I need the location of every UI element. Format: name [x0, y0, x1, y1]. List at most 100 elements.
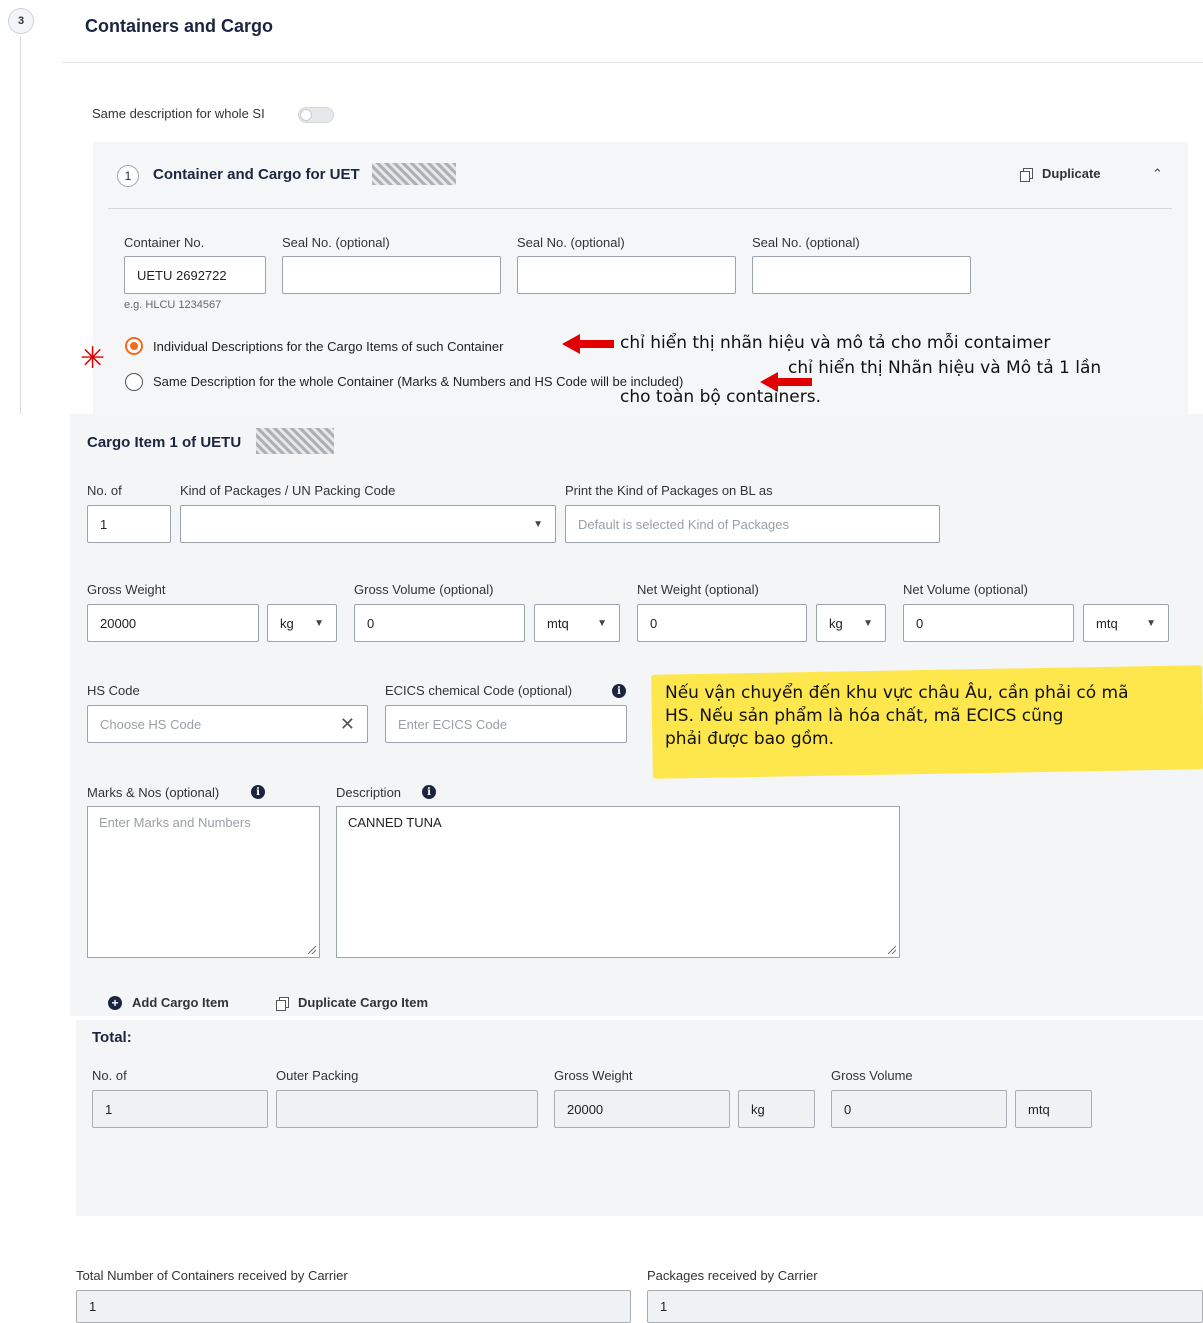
net-volume-unit-select[interactable]: mtq ▼	[1083, 604, 1169, 642]
seal-no-1-input[interactable]	[282, 256, 501, 294]
copy-icon	[1020, 167, 1033, 182]
total-gross-volume-label: Gross Volume	[831, 1068, 913, 1083]
individual-descriptions-radio[interactable]	[125, 337, 143, 355]
add-cargo-item-button[interactable]: + Add Cargo Item	[108, 995, 229, 1010]
red-arrow-icon	[562, 334, 614, 354]
redacted-container-number	[256, 428, 334, 454]
card-divider	[108, 208, 1172, 209]
net-weight-label: Net Weight (optional)	[637, 582, 759, 597]
ecics-code-input[interactable]: Enter ECICS Code	[385, 705, 627, 743]
same-description-whole-si-toggle[interactable]	[298, 107, 334, 123]
info-icon[interactable]: i	[612, 684, 626, 698]
net-volume-input[interactable]: 0	[903, 604, 1074, 642]
asterisk-annotation: ✳	[80, 341, 106, 376]
kind-of-packages-select[interactable]: ▼	[180, 505, 556, 543]
clear-icon[interactable]: ✕	[340, 714, 355, 735]
annotation-same-line2: cho toàn bộ containers.	[620, 387, 821, 407]
duplicate-container-button[interactable]: Duplicate	[1020, 166, 1101, 182]
annotation-same-line1: chỉ hiển thị Nhãn hiệu và Mô tả 1 lần	[788, 358, 1102, 378]
print-kind-label: Print the Kind of Packages on BL as	[565, 483, 773, 498]
gross-volume-input[interactable]: 0	[354, 604, 525, 642]
chevron-up-icon[interactable]: ⌃	[1152, 166, 1163, 182]
info-icon[interactable]: i	[251, 785, 265, 799]
header-divider	[62, 62, 1203, 63]
seal-no-2-label: Seal No. (optional)	[517, 235, 625, 250]
section-title: Containers and Cargo	[85, 16, 274, 36]
description-value: CANNED TUNA	[348, 815, 442, 830]
toggle-knob	[300, 109, 312, 121]
no-of-label: No. of	[87, 483, 122, 498]
gross-weight-input[interactable]: 20000	[87, 604, 259, 642]
dropdown-caret-icon: ▼	[314, 617, 324, 629]
seal-no-3-input[interactable]	[752, 256, 971, 294]
resize-handle-icon[interactable]	[888, 946, 896, 954]
gross-weight-unit-select[interactable]: kg ▼	[267, 604, 337, 642]
dropdown-caret-icon: ▼	[597, 617, 607, 629]
no-of-input[interactable]: 1	[87, 505, 171, 543]
same-description-container-radio[interactable]	[125, 373, 143, 391]
cargo-item-title: Cargo Item 1 of UETU	[87, 434, 242, 451]
individual-descriptions-label: Individual Descriptions for the Cargo It…	[153, 339, 504, 354]
highlight-note-text: Nếu vận chuyển đến khu vực châu Âu, cần …	[665, 683, 1129, 749]
dropdown-caret-icon: ▼	[1146, 617, 1156, 629]
seal-no-2-input[interactable]	[517, 256, 736, 294]
container-card-title: Container and Cargo for UET	[153, 166, 360, 183]
resize-handle-icon[interactable]	[308, 946, 316, 954]
container-no-hint: e.g. HLCU 1234567	[124, 299, 222, 311]
hs-code-placeholder: Choose HS Code	[100, 716, 202, 732]
seal-no-1-label: Seal No. (optional)	[282, 235, 390, 250]
step-connector-line	[20, 36, 21, 414]
container-no-label: Container No.	[124, 235, 205, 250]
marks-nos-textarea[interactable]: Enter Marks and Numbers	[87, 806, 320, 958]
plus-circle-icon: +	[108, 995, 122, 1010]
print-kind-input[interactable]: Default is selected Kind of Packages	[565, 505, 940, 543]
total-no-of-label: No. of	[92, 1068, 127, 1083]
net-weight-input[interactable]: 0	[637, 604, 807, 642]
net-volume-label: Net Volume (optional)	[903, 582, 1029, 597]
gross-volume-unit-select[interactable]: mtq ▼	[534, 604, 620, 642]
gross-volume-label: Gross Volume (optional)	[354, 582, 494, 597]
total-no-of-field: 1	[92, 1090, 268, 1128]
marks-nos-placeholder: Enter Marks and Numbers	[99, 815, 251, 830]
marks-nos-label: Marks & Nos (optional)	[87, 785, 220, 800]
gross-weight-label: Gross Weight	[87, 582, 166, 597]
unit-label: mtq	[547, 615, 569, 631]
total-gross-weight-unit: kg	[738, 1090, 815, 1128]
info-icon[interactable]: i	[422, 785, 436, 799]
containers-received-field: 1	[76, 1290, 631, 1323]
total-gross-volume-field: 0	[831, 1090, 1007, 1128]
containers-received-label: Total Number of Containers received by C…	[76, 1268, 348, 1283]
unit-label: mtq	[1096, 615, 1118, 631]
total-outer-packing-field	[276, 1090, 538, 1128]
step-number-badge: 3	[8, 8, 34, 34]
annotation-individual: chỉ hiển thị nhãn hiệu và mô tả cho mỗi …	[620, 333, 1051, 353]
unit-label: kg	[829, 615, 843, 631]
hs-code-label: HS Code	[87, 683, 140, 698]
packages-received-field: 1	[647, 1290, 1203, 1323]
container-index-badge: 1	[117, 165, 139, 187]
total-gross-volume-unit: mtq	[1015, 1090, 1092, 1128]
packages-received-label: Packages received by Carrier	[647, 1268, 818, 1283]
total-outer-packing-label: Outer Packing	[276, 1068, 359, 1083]
redacted-container-number	[372, 163, 456, 185]
dropdown-caret-icon: ▼	[533, 518, 543, 530]
description-label: Description	[336, 785, 402, 800]
total-gross-weight-label: Gross Weight	[554, 1068, 633, 1083]
same-description-whole-si-label: Same description for whole SI	[92, 106, 265, 121]
hs-code-input[interactable]: Choose HS Code ✕	[87, 705, 368, 743]
add-cargo-item-label: Add Cargo Item	[132, 995, 229, 1010]
net-weight-unit-select[interactable]: kg ▼	[816, 604, 886, 642]
same-description-container-label: Same Description for the whole Container…	[153, 374, 684, 389]
duplicate-label: Duplicate	[1042, 166, 1101, 181]
container-no-input[interactable]: UETU 2692722	[124, 256, 266, 294]
ecics-code-label: ECICS chemical Code (optional)	[385, 683, 573, 698]
total-gross-weight-field: 20000	[554, 1090, 730, 1128]
dropdown-caret-icon: ▼	[863, 617, 873, 629]
duplicate-cargo-item-button[interactable]: Duplicate Cargo Item	[276, 995, 429, 1011]
total-title: Total:	[92, 1029, 132, 1046]
copy-icon	[276, 996, 289, 1011]
kind-of-packages-label: Kind of Packages / UN Packing Code	[180, 483, 396, 498]
description-textarea[interactable]: CANNED TUNA	[336, 806, 900, 958]
duplicate-cargo-item-label: Duplicate Cargo Item	[298, 995, 429, 1010]
unit-label: kg	[280, 615, 294, 631]
